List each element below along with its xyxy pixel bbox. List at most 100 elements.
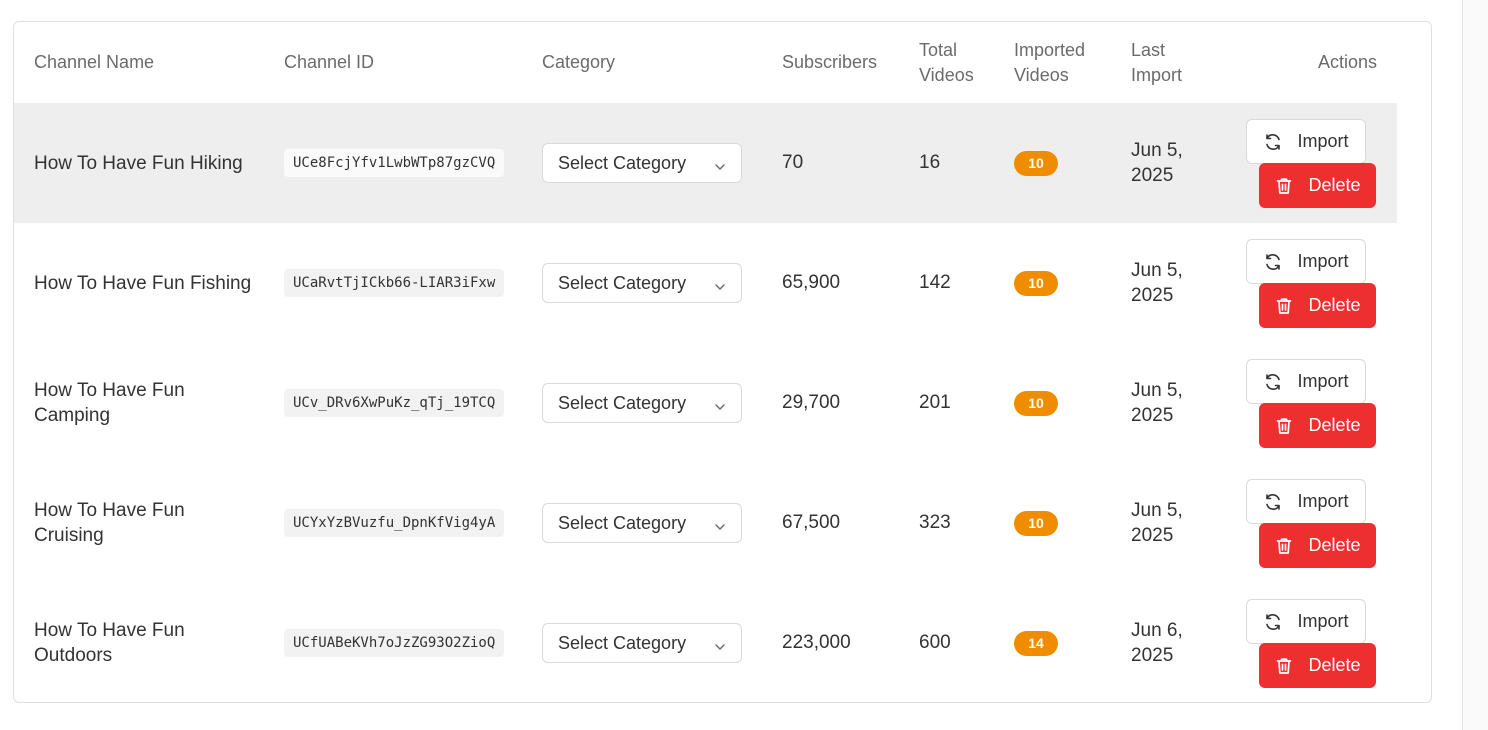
col-imported-videos-line2: Videos [1014,64,1069,85]
import-button[interactable]: Import [1246,599,1366,644]
subscribers-cell: 70 [782,103,803,223]
last-import-cell: Jun 5, 2025 [1131,103,1221,223]
channel-id: UCaRvtTjICkb66-LIAR3iFxw [284,223,505,343]
category-cell: Select Category [542,223,742,343]
category-select-value: Select Category [558,272,687,293]
subscribers-value: 29,700 [782,392,841,413]
category-cell: Select Category [542,583,742,702]
category-select[interactable]: Select Category [542,263,742,303]
total-videos-value: 600 [919,632,951,653]
channel-id: UCYxYzBVuzfu_DpnKfVig4yA [284,463,505,583]
actions-cell: Import Delete [1234,103,1404,223]
delete-button-label: Delete [1308,535,1361,555]
channel-id-code: UCv_DRv6XwPuKz_qTj_19TCQ [284,389,505,417]
subscribers-cell: 65,900 [782,223,840,343]
trash-icon [1274,296,1294,316]
refresh-icon [1263,252,1283,272]
import-button[interactable]: Import [1246,119,1366,164]
actions-cell: Import Delete [1234,223,1404,343]
delete-button[interactable]: Delete [1259,163,1376,208]
last-import-date: Jun 6, [1131,620,1183,641]
delete-button-label: Delete [1308,295,1361,315]
channel-name: How To Have Fun Hiking [34,103,254,223]
channel-id: UCv_DRv6XwPuKz_qTj_19TCQ [284,343,505,463]
imported-videos-badge: 10 [1014,150,1058,176]
last-import-cell: Jun 5, 2025 [1131,343,1221,463]
category-select[interactable]: Select Category [542,623,742,663]
category-select[interactable]: Select Category [542,383,742,423]
channel-name-text: How To Have Fun Outdoors [34,620,185,666]
import-button[interactable]: Import [1246,239,1366,284]
import-button[interactable]: Import [1246,479,1366,524]
page-scrollbar[interactable] [1462,0,1488,730]
subscribers-value: 223,000 [782,632,851,653]
trash-icon [1274,536,1294,556]
delete-button[interactable]: Delete [1259,523,1376,568]
delete-button-label: Delete [1308,415,1361,435]
delete-button-label: Delete [1308,655,1361,675]
subscribers-cell: 29,700 [782,343,840,463]
channel-name-text: How To Have Fun Hiking [34,152,243,174]
col-total-videos: Total Videos [919,22,974,103]
last-import-date: Jun 5, [1131,140,1183,161]
total-videos-cell: 201 [919,343,951,463]
table-row: How To Have Fun Outdoors UCfUABeKVh7oJzZ… [14,583,1397,702]
category-select[interactable]: Select Category [542,503,742,543]
refresh-icon [1263,492,1283,512]
import-button-label: Import [1297,491,1349,511]
delete-button[interactable]: Delete [1259,283,1376,328]
channel-name: How To Have Fun Fishing [34,223,254,343]
subscribers-value: 67,500 [782,512,841,533]
trash-icon [1274,176,1294,196]
col-total-videos-line1: Total [919,39,958,60]
chevron-down-icon [714,397,726,410]
table-row: How To Have Fun Camping UCv_DRv6XwPuKz_q… [14,343,1397,463]
col-subscribers: Subscribers [782,52,878,72]
last-import-cell: Jun 6, 2025 [1131,583,1221,702]
delete-button[interactable]: Delete [1259,403,1376,448]
import-button-label: Import [1297,251,1349,271]
chevron-down-icon [714,157,726,170]
category-select-value: Select Category [558,632,687,653]
total-videos-value: 323 [919,512,951,533]
delete-button[interactable]: Delete [1259,643,1376,688]
channel-id-code: UCe8FcjYfv1LwbWTp87gzCVQ [284,149,505,177]
actions-cell: Import Delete [1234,343,1404,463]
import-button-label: Import [1297,371,1349,391]
channel-id-code: UCYxYzBVuzfu_DpnKfVig4yA [284,509,505,537]
last-import-cell: Jun 5, 2025 [1131,223,1221,343]
refresh-icon [1263,612,1283,632]
imported-videos-cell: 10 [1014,463,1058,583]
imported-videos-badge: 10 [1014,510,1058,536]
trash-icon [1274,656,1294,676]
channel-name-text: How To Have Fun Cruising [34,500,185,546]
refresh-icon [1263,132,1283,152]
category-select-value: Select Category [558,152,687,173]
category-select-value: Select Category [558,512,687,533]
col-imported-videos-line1: Imported [1014,39,1086,60]
imported-videos-badge: 14 [1014,630,1058,656]
col-imported-videos: Imported Videos [1014,22,1085,103]
subscribers-cell: 223,000 [782,583,851,702]
table-row: How To Have Fun Hiking UCe8FcjYfv1LwbWTp… [14,103,1397,223]
table-row: How To Have Fun Fishing UCaRvtTjICkb66-L… [14,223,1397,343]
last-import-year: 2025 [1131,525,1174,546]
last-import-cell: Jun 5, 2025 [1131,463,1221,583]
channel-name-text: How To Have Fun Camping [34,380,185,426]
imported-videos-cell: 10 [1014,343,1058,463]
col-last-import-line1: Last [1131,39,1166,60]
category-cell: Select Category [542,343,742,463]
imported-videos-cell: 14 [1014,583,1058,702]
total-videos-cell: 323 [919,463,951,583]
import-button-label: Import [1297,131,1349,151]
subscribers-cell: 67,500 [782,463,840,583]
total-videos-value: 142 [919,272,951,293]
last-import-date: Jun 5, [1131,260,1183,281]
delete-button-label: Delete [1308,175,1361,195]
channel-id: UCfUABeKVh7oJzZG93O2ZioQ [284,583,505,702]
category-select[interactable]: Select Category [542,143,742,183]
import-button[interactable]: Import [1246,359,1366,404]
channel-name: How To Have Fun Camping [34,343,254,463]
last-import-date: Jun 5, [1131,500,1183,521]
channel-id: UCe8FcjYfv1LwbWTp87gzCVQ [284,103,505,223]
